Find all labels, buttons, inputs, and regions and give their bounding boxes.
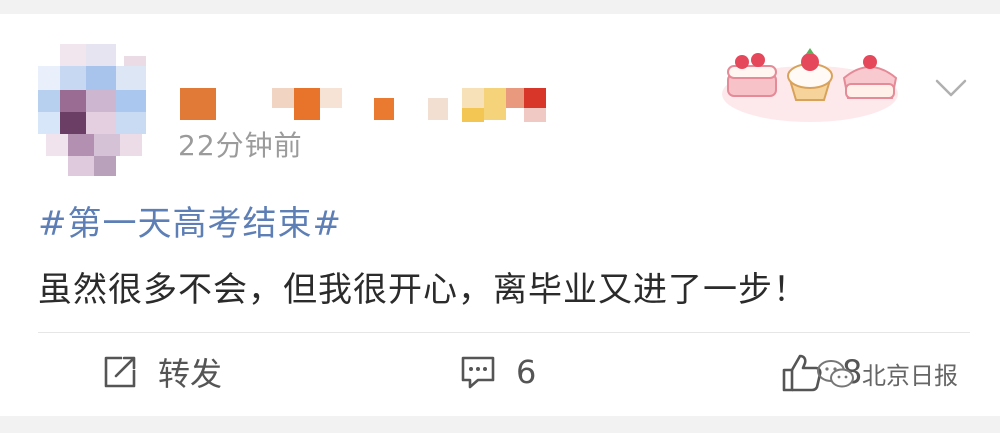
username-mosaic[interactable] bbox=[180, 74, 600, 124]
hashtag-link[interactable]: #第一天高考结束# bbox=[38, 196, 342, 245]
comment-count: 6 bbox=[516, 353, 537, 391]
post-text: 虽然很多不会，但我很开心，离毕业又进了一步！ bbox=[38, 270, 808, 310]
comment-button[interactable]: 6 bbox=[458, 344, 536, 400]
post-timestamp: 22分钟前 bbox=[178, 129, 303, 162]
divider bbox=[38, 332, 970, 333]
avatar[interactable] bbox=[38, 44, 146, 176]
cake-badge-icon bbox=[722, 48, 898, 122]
share-arrow-icon bbox=[104, 356, 136, 388]
comment-icon bbox=[461, 356, 495, 389]
source-watermark: 北京日报 bbox=[816, 356, 958, 391]
wechat-icon bbox=[817, 359, 854, 387]
repost-label: 转发 bbox=[158, 355, 223, 393]
watermark-text: 北京日报 bbox=[862, 362, 958, 390]
chevron-down-icon[interactable] bbox=[933, 70, 969, 106]
repost-button[interactable]: 转发 bbox=[100, 344, 222, 400]
